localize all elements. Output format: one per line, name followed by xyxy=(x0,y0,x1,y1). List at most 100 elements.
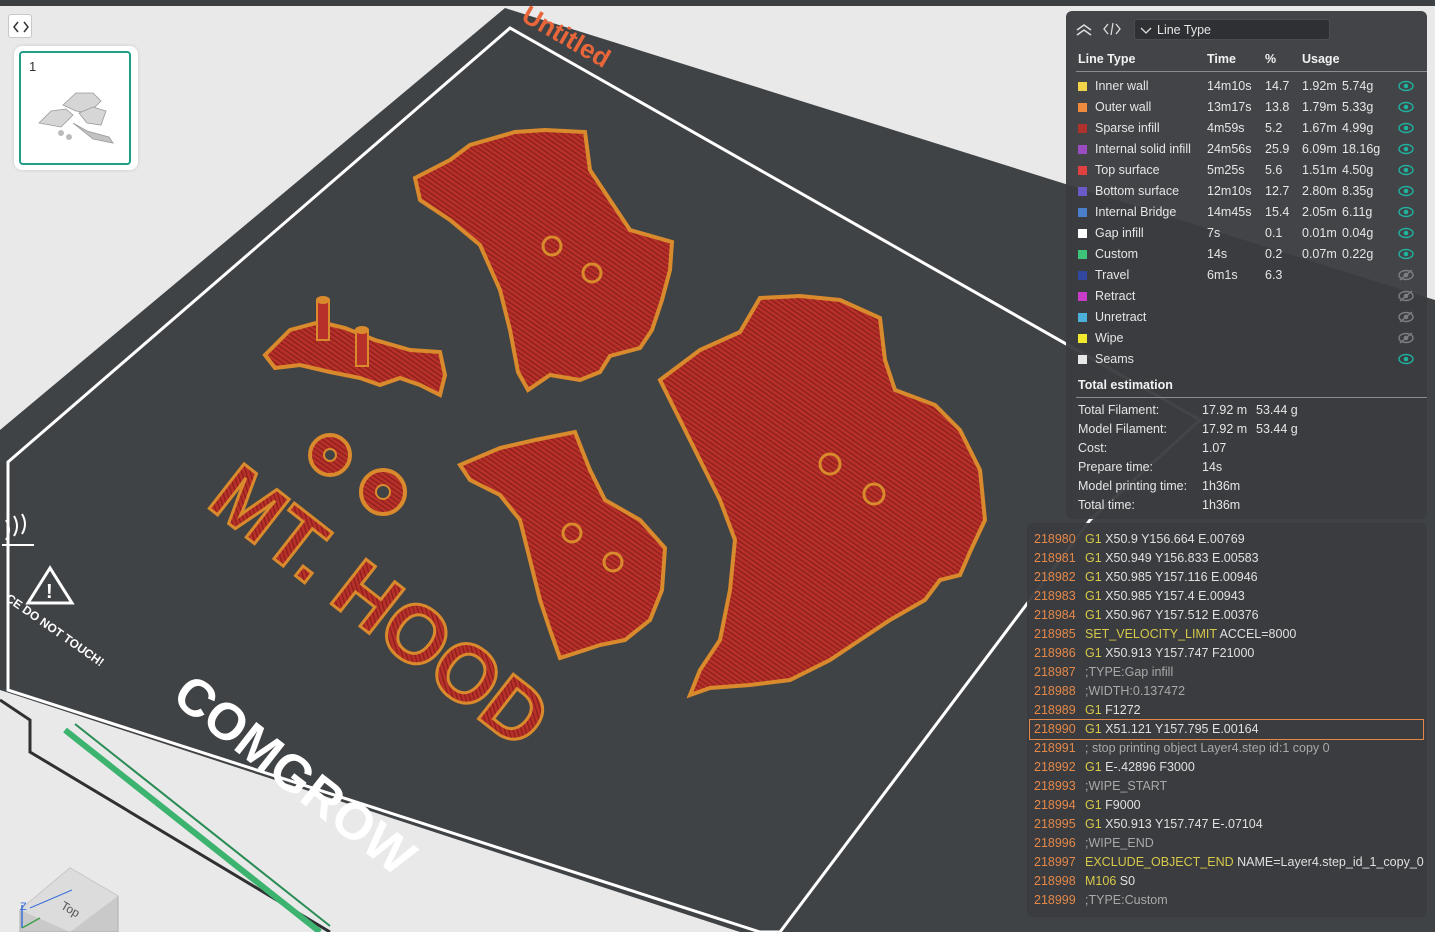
eye-icon[interactable] xyxy=(1398,248,1414,260)
eye-icon[interactable] xyxy=(1398,143,1414,155)
eye-icon[interactable] xyxy=(1398,206,1414,218)
total-label: Model printing time: xyxy=(1078,479,1188,493)
legend-row[interactable]: Internal solid infill 24m56s 25.9 6.09m 18.1… xyxy=(1066,140,1427,161)
gcode-comment: ;WIPE_START xyxy=(1085,779,1168,793)
gcode-line-number: 218992 xyxy=(1034,760,1076,774)
gcode-line[interactable]: 218987 ;TYPE:Gap infill xyxy=(1027,663,1427,682)
gcode-line[interactable]: 218983 G1 X50.985 Y157.4 E.00943 xyxy=(1027,587,1427,606)
plate-thumbnail-card[interactable]: 1 xyxy=(14,46,138,170)
legend-row[interactable]: Gap infill 7s 0.1 0.01m 0.04g xyxy=(1066,224,1427,245)
gcode-line-text: G1 X50.985 Y157.116 E.00946 xyxy=(1085,570,1258,584)
legend-row-label: Internal solid infill xyxy=(1095,142,1191,156)
gcode-line[interactable]: 218989 G1 F1272 xyxy=(1027,701,1427,720)
legend-row[interactable]: Inner wall 14m10s 14.7 1.92m 5.74g xyxy=(1066,77,1427,98)
total-estimation-title: Total estimation xyxy=(1078,378,1173,392)
gcode-line[interactable]: 218991 ; stop printing object Layer4.step… xyxy=(1027,739,1427,758)
legend-row[interactable]: Top surface 5m25s 5.6 1.51m 4.50g xyxy=(1066,161,1427,182)
model-ring-hole xyxy=(323,448,337,462)
legend-row[interactable]: Retract xyxy=(1066,287,1427,308)
legend-row-weight: 0.04g xyxy=(1342,226,1374,240)
gcode-line[interactable]: 218985 SET_VELOCITY_LIMIT ACCEL=8000 xyxy=(1027,625,1427,644)
gcode-comment: ; stop printing object Layer4.step id:1 … xyxy=(1085,741,1330,755)
gcode-line[interactable]: 218999 ;TYPE:Custom xyxy=(1027,891,1427,910)
gcode-line[interactable]: 218994 G1 F9000 xyxy=(1027,796,1427,815)
gcode-line-number: 218987 xyxy=(1034,665,1076,679)
color-swatch xyxy=(1078,187,1087,196)
legend-row-label: Inner wall xyxy=(1095,79,1149,93)
eye-icon[interactable] xyxy=(1398,122,1414,134)
color-swatch xyxy=(1078,103,1087,112)
view-cube[interactable]: Z Top xyxy=(19,867,119,932)
gcode-line[interactable]: 218982 G1 X50.985 Y157.116 E.00946 xyxy=(1027,568,1427,587)
legend-row[interactable]: Internal Bridge 14m45s 15.4 2.05m 6.11g xyxy=(1066,203,1427,224)
total-row: Total time: 1h36m xyxy=(1066,496,1427,515)
chevron-down-icon xyxy=(1140,27,1152,34)
gcode-line-selected[interactable]: 218990 G1 X51.121 Y157.795 E.00164 xyxy=(1029,719,1424,740)
gcode-line-number: 218986 xyxy=(1034,646,1076,660)
legend-row-weight: 18.16g xyxy=(1342,142,1381,156)
gcode-line-number: 218993 xyxy=(1034,779,1076,793)
gcode-line[interactable]: 218995 G1 X50.913 Y157.747 E-.07104 xyxy=(1027,815,1427,834)
legend-row-weight: 4.50g xyxy=(1342,163,1374,177)
total-extra: 53.44 g xyxy=(1256,403,1298,417)
legend-row-time: 5m25s xyxy=(1207,163,1245,177)
3d-viewport[interactable]: Untitled COMGROW ! CE DO NOT TOUCH! MT. … xyxy=(0,6,1435,932)
legend-row[interactable]: Unretract xyxy=(1066,308,1427,329)
eye-icon[interactable] xyxy=(1398,353,1414,365)
gcode-args: X50.9 Y156.664 E.00769 xyxy=(1105,532,1245,546)
gcode-line[interactable]: 218992 G1 E-.42896 F3000 xyxy=(1027,758,1427,777)
gcode-line-text: ;TYPE:Custom xyxy=(1085,893,1168,907)
legend-row-time: 7s xyxy=(1207,226,1221,240)
legend-row[interactable]: Sparse infill 4m59s 5.2 1.67m 4.99g xyxy=(1066,119,1427,140)
view-type-select[interactable]: Line Type xyxy=(1134,19,1330,40)
model-peg xyxy=(355,329,369,367)
gcode-line[interactable]: 218986 G1 X50.913 Y157.747 F21000 xyxy=(1027,644,1427,663)
gcode-line[interactable]: 218984 G1 X50.967 Y157.512 E.00376 xyxy=(1027,606,1427,625)
legend-row-percent: 25.9 xyxy=(1265,142,1290,156)
legend-row-time: 14s xyxy=(1207,247,1228,261)
eye-off-icon[interactable] xyxy=(1398,332,1414,344)
color-swatch xyxy=(1078,145,1087,154)
eye-icon[interactable] xyxy=(1398,80,1414,92)
legend-row-length: 2.80m xyxy=(1302,184,1337,198)
total-label: Cost: xyxy=(1078,441,1108,455)
gcode-line[interactable]: 218998 M106 S0 xyxy=(1027,872,1427,891)
model-ring-hole xyxy=(375,484,391,500)
legend-row[interactable]: Wipe xyxy=(1066,329,1427,350)
collapse-up-icon[interactable] xyxy=(1074,21,1094,37)
legend-row-percent: 5.2 xyxy=(1265,121,1283,135)
gcode-line[interactable]: 218988 ;WIDTH:0.137472 xyxy=(1027,682,1427,701)
gcode-line-text: G1 X51.121 Y157.795 E.00164 xyxy=(1085,722,1259,736)
legend-row[interactable]: Custom 14s 0.2 0.07m 0.22g xyxy=(1066,245,1427,266)
gcode-line-number: 218983 xyxy=(1034,589,1076,603)
eye-icon[interactable] xyxy=(1398,164,1414,176)
eye-icon[interactable] xyxy=(1398,185,1414,197)
gcode-toggle-icon[interactable] xyxy=(1102,21,1122,37)
eye-off-icon[interactable] xyxy=(1398,311,1414,323)
eye-icon[interactable] xyxy=(1398,101,1414,113)
gcode-line[interactable]: 218996 ;WIPE_END xyxy=(1027,834,1427,853)
legend-row-length: 1.51m xyxy=(1302,163,1337,177)
gcode-line[interactable]: 218997 EXCLUDE_OBJECT_END NAME=Layer4.ste… xyxy=(1027,853,1427,872)
gcode-line-number: 218991 xyxy=(1034,741,1076,755)
legend-row[interactable]: Seams xyxy=(1066,350,1427,371)
legend-row[interactable]: Outer wall 13m17s 13.8 1.79m 5.33g xyxy=(1066,98,1427,119)
eye-icon[interactable] xyxy=(1398,227,1414,239)
gcode-line[interactable]: 218980 G1 X50.9 Y156.664 E.00769 xyxy=(1027,530,1427,549)
gcode-viewer[interactable]: 218980 G1 X50.9 Y156.664 E.00769 218981 G1 … xyxy=(1027,523,1427,917)
legend-row[interactable]: Bottom surface 12m10s 12.7 2.80m 8.35g xyxy=(1066,182,1427,203)
gcode-args: F1272 xyxy=(1105,703,1141,717)
code-arrows-icon xyxy=(13,21,29,33)
gcode-command: G1 xyxy=(1085,722,1102,736)
gcode-line-text: G1 X50.9 Y156.664 E.00769 xyxy=(1085,532,1245,546)
collapse-sidebar-button[interactable] xyxy=(8,14,32,38)
legend-row[interactable]: Travel 6m1s 6.3 xyxy=(1066,266,1427,287)
plate-thumbnail[interactable]: 1 xyxy=(19,51,131,165)
gcode-line[interactable]: 218981 G1 X50.949 Y156.833 E.00583 xyxy=(1027,549,1427,568)
eye-off-icon[interactable] xyxy=(1398,290,1414,302)
legend-row-time: 14m45s xyxy=(1207,205,1252,219)
header-line-type: Line Type xyxy=(1078,52,1136,66)
header-percent: % xyxy=(1265,52,1277,66)
gcode-line[interactable]: 218993 ;WIPE_START xyxy=(1027,777,1427,796)
eye-off-icon[interactable] xyxy=(1398,269,1414,281)
